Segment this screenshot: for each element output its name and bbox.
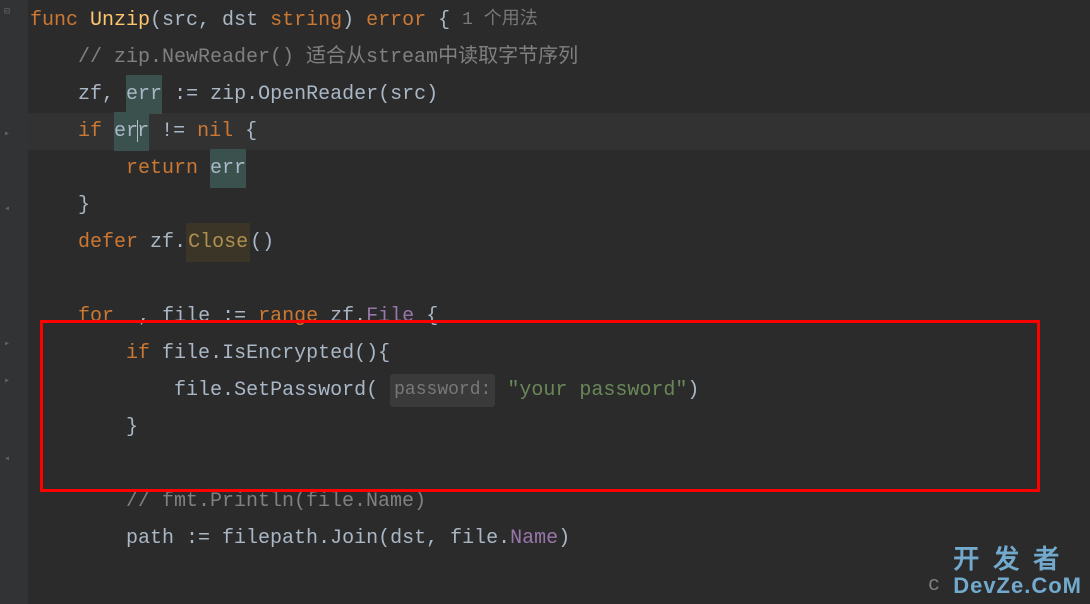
code-line[interactable]: } — [28, 409, 1090, 446]
code-line[interactable]: } — [28, 187, 1090, 224]
gutter-fold-icon[interactable]: ▸ — [0, 340, 14, 350]
code-line[interactable]: // fmt.Println(file.Name) — [28, 483, 1090, 520]
code-line[interactable]: for _, file := range zf.File { — [28, 298, 1090, 335]
gutter-fold-icon[interactable]: ◂ — [0, 455, 14, 465]
editor-gutter: ⊟ ▸ ◂ ▸ ▸ ◂ — [0, 0, 28, 604]
variable-err: err — [114, 112, 149, 151]
code-line[interactable]: zf, err := zip.OpenReader(src) — [28, 76, 1090, 113]
code-line-current[interactable]: if err != nil { — [28, 113, 1090, 150]
watermark: 开发者 DevZe.CoM — [953, 545, 1082, 598]
code-line[interactable]: return err — [28, 150, 1090, 187]
method-close: Close — [186, 223, 250, 262]
code-line[interactable]: func Unzip(src, dst string) error {1 个用法 — [28, 2, 1090, 39]
code-line[interactable]: if file.IsEncrypted(){ — [28, 335, 1090, 372]
parameter-hint: password: — [390, 374, 495, 407]
code-line[interactable]: path := filepath.Join(dst, file.Name) — [28, 520, 1090, 557]
variable-err: err — [126, 75, 162, 114]
usage-hint: 1 个用法 — [450, 4, 538, 37]
gutter-fold-icon[interactable]: ⊟ — [0, 8, 14, 18]
code-editor[interactable]: func Unzip(src, dst string) error {1 个用法… — [0, 0, 1090, 557]
code-line[interactable]: file.SetPassword( password: "your passwo… — [28, 372, 1090, 409]
comment: // fmt.Println(file.Name) — [126, 483, 426, 520]
variable-err: err — [210, 149, 246, 188]
string-literal: "your password" — [507, 372, 687, 409]
comment: // zip.NewReader() 适合从stream中读取字节序列 — [78, 39, 578, 76]
code-line[interactable]: defer zf.Close() — [28, 224, 1090, 261]
gutter-fold-icon[interactable]: ▸ — [0, 377, 14, 387]
cut-text: c — [928, 567, 940, 604]
gutter-fold-icon[interactable]: ▸ — [0, 130, 14, 140]
keyword-func: func — [30, 2, 78, 39]
code-line[interactable]: // zip.NewReader() 适合从stream中读取字节序列 — [28, 39, 1090, 76]
code-line-empty[interactable] — [28, 446, 1090, 483]
gutter-fold-icon[interactable]: ◂ — [0, 205, 14, 215]
code-line-empty[interactable] — [28, 261, 1090, 298]
function-name: Unzip — [90, 2, 150, 39]
